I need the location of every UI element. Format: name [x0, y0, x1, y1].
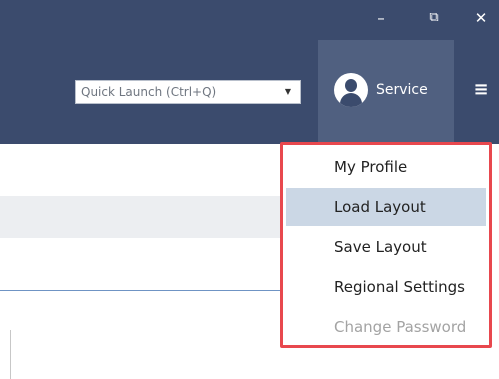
title-bar: – ⧉ ✕ ▼ Service ≡ [0, 0, 499, 144]
chevron-down-icon[interactable]: ▼ [280, 81, 296, 103]
menu-item-change-password: Change Password [334, 318, 467, 336]
hamburger-menu-icon[interactable]: ≡ [469, 80, 493, 100]
quick-launch-box[interactable]: ▼ [75, 80, 301, 104]
menu-item-load-layout[interactable]: Load Layout [286, 188, 486, 226]
user-dropdown-menu: My Profile Load Layout Save Layout Regio… [280, 142, 492, 348]
content-left-edge [10, 330, 11, 379]
menu-item-my-profile[interactable]: My Profile [286, 148, 486, 186]
menu-item-regional-settings[interactable]: Regional Settings [286, 268, 486, 306]
menu-item-save-layout[interactable]: Save Layout [286, 228, 486, 266]
user-menu-button[interactable]: Service [318, 40, 454, 144]
minimize-button[interactable]: – [366, 6, 396, 30]
quick-launch-input[interactable] [76, 81, 281, 103]
close-button[interactable]: ✕ [466, 6, 496, 30]
user-avatar-icon [334, 73, 368, 107]
restore-button[interactable]: ⧉ [419, 6, 449, 30]
user-name-label: Service [376, 82, 428, 98]
